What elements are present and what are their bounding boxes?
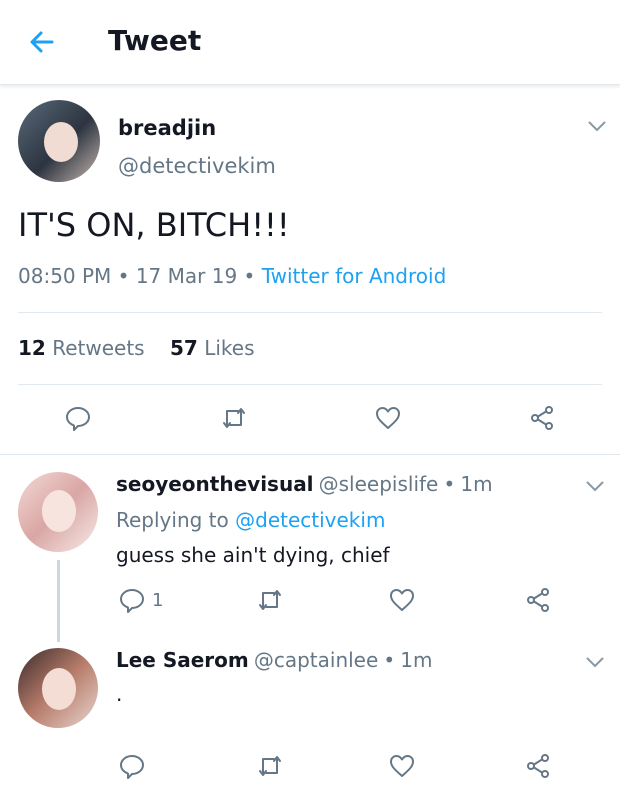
arrow-left-icon (30, 31, 54, 53)
retweet-icon (259, 756, 281, 776)
tweet-date: 17 Mar 19 (135, 264, 238, 288)
chevron-down-icon (586, 481, 604, 492)
divider (18, 384, 602, 385)
reply-menu-button[interactable] (584, 654, 606, 668)
reply-author-name[interactable]: Lee Saerom (116, 648, 249, 672)
avatar[interactable] (18, 472, 98, 552)
tweet-stats: 12 Retweets 57 Likes (18, 336, 255, 360)
retweet-button[interactable] (256, 752, 284, 780)
reply-header: Lee Saerom @captainlee • 1m (116, 648, 433, 672)
chevron-down-icon (588, 121, 606, 132)
heart-icon (390, 755, 414, 777)
heart-icon (376, 407, 400, 429)
like-button[interactable] (388, 586, 416, 614)
reply-icon (120, 589, 144, 613)
retweet-button[interactable] (256, 586, 284, 614)
like-button[interactable] (374, 404, 402, 432)
tweet-source-link[interactable]: Twitter for Android (262, 264, 447, 288)
reply-time: 1m (460, 472, 493, 496)
share-button[interactable] (524, 586, 552, 614)
divider (18, 312, 602, 313)
replying-to-link[interactable]: @detectivekim (235, 508, 385, 532)
divider (0, 454, 620, 455)
share-icon (531, 406, 553, 430)
avatar[interactable] (18, 100, 100, 182)
avatar[interactable] (18, 648, 98, 728)
reply-author-handle[interactable]: @sleepislife (319, 472, 439, 496)
reply-author-handle[interactable]: @captainlee (254, 648, 378, 672)
reply-header: seoyeonthevisual @sleepislife • 1m (116, 472, 493, 496)
replying-to: Replying to @detectivekim (116, 508, 386, 532)
back-button[interactable] (26, 26, 58, 58)
tweet-meta: 08:50 PM • 17 Mar 19 • Twitter for Andro… (18, 264, 447, 288)
author-handle[interactable]: @detectivekim (118, 154, 276, 178)
reply-button[interactable] (118, 752, 146, 780)
reply-icon (120, 755, 144, 779)
reply-count: 1 (152, 590, 164, 611)
author-display-name[interactable]: breadjin (118, 116, 216, 140)
chevron-down-icon (586, 657, 604, 668)
reply-button[interactable] (64, 404, 92, 432)
reply-time: 1m (400, 648, 433, 672)
top-app-bar: Tweet (0, 0, 620, 85)
share-button[interactable] (524, 752, 552, 780)
share-icon (527, 754, 549, 778)
retweet-button[interactable] (220, 404, 248, 432)
retweets-stat[interactable]: 12 Retweets (18, 336, 145, 360)
reply-icon (66, 407, 90, 431)
like-button[interactable] (388, 752, 416, 780)
share-icon (527, 588, 549, 612)
retweet-icon (223, 408, 245, 428)
reply-author-name[interactable]: seoyeonthevisual (116, 472, 314, 496)
reply-text: . (116, 682, 123, 706)
page-title: Tweet (108, 24, 202, 57)
reply-button[interactable] (118, 586, 146, 614)
thread-line (57, 560, 60, 642)
likes-stat[interactable]: 57 Likes (170, 336, 255, 360)
retweet-icon (259, 590, 281, 610)
tweet-menu-button[interactable] (586, 118, 608, 132)
tweet-time: 08:50 PM (18, 264, 112, 288)
tweet-text: IT'S ON, BITCH!!! (18, 206, 290, 244)
reply-text: guess she ain't dying, chief (116, 543, 390, 567)
reply-menu-button[interactable] (584, 478, 606, 492)
share-button[interactable] (528, 404, 556, 432)
heart-icon (390, 589, 414, 611)
